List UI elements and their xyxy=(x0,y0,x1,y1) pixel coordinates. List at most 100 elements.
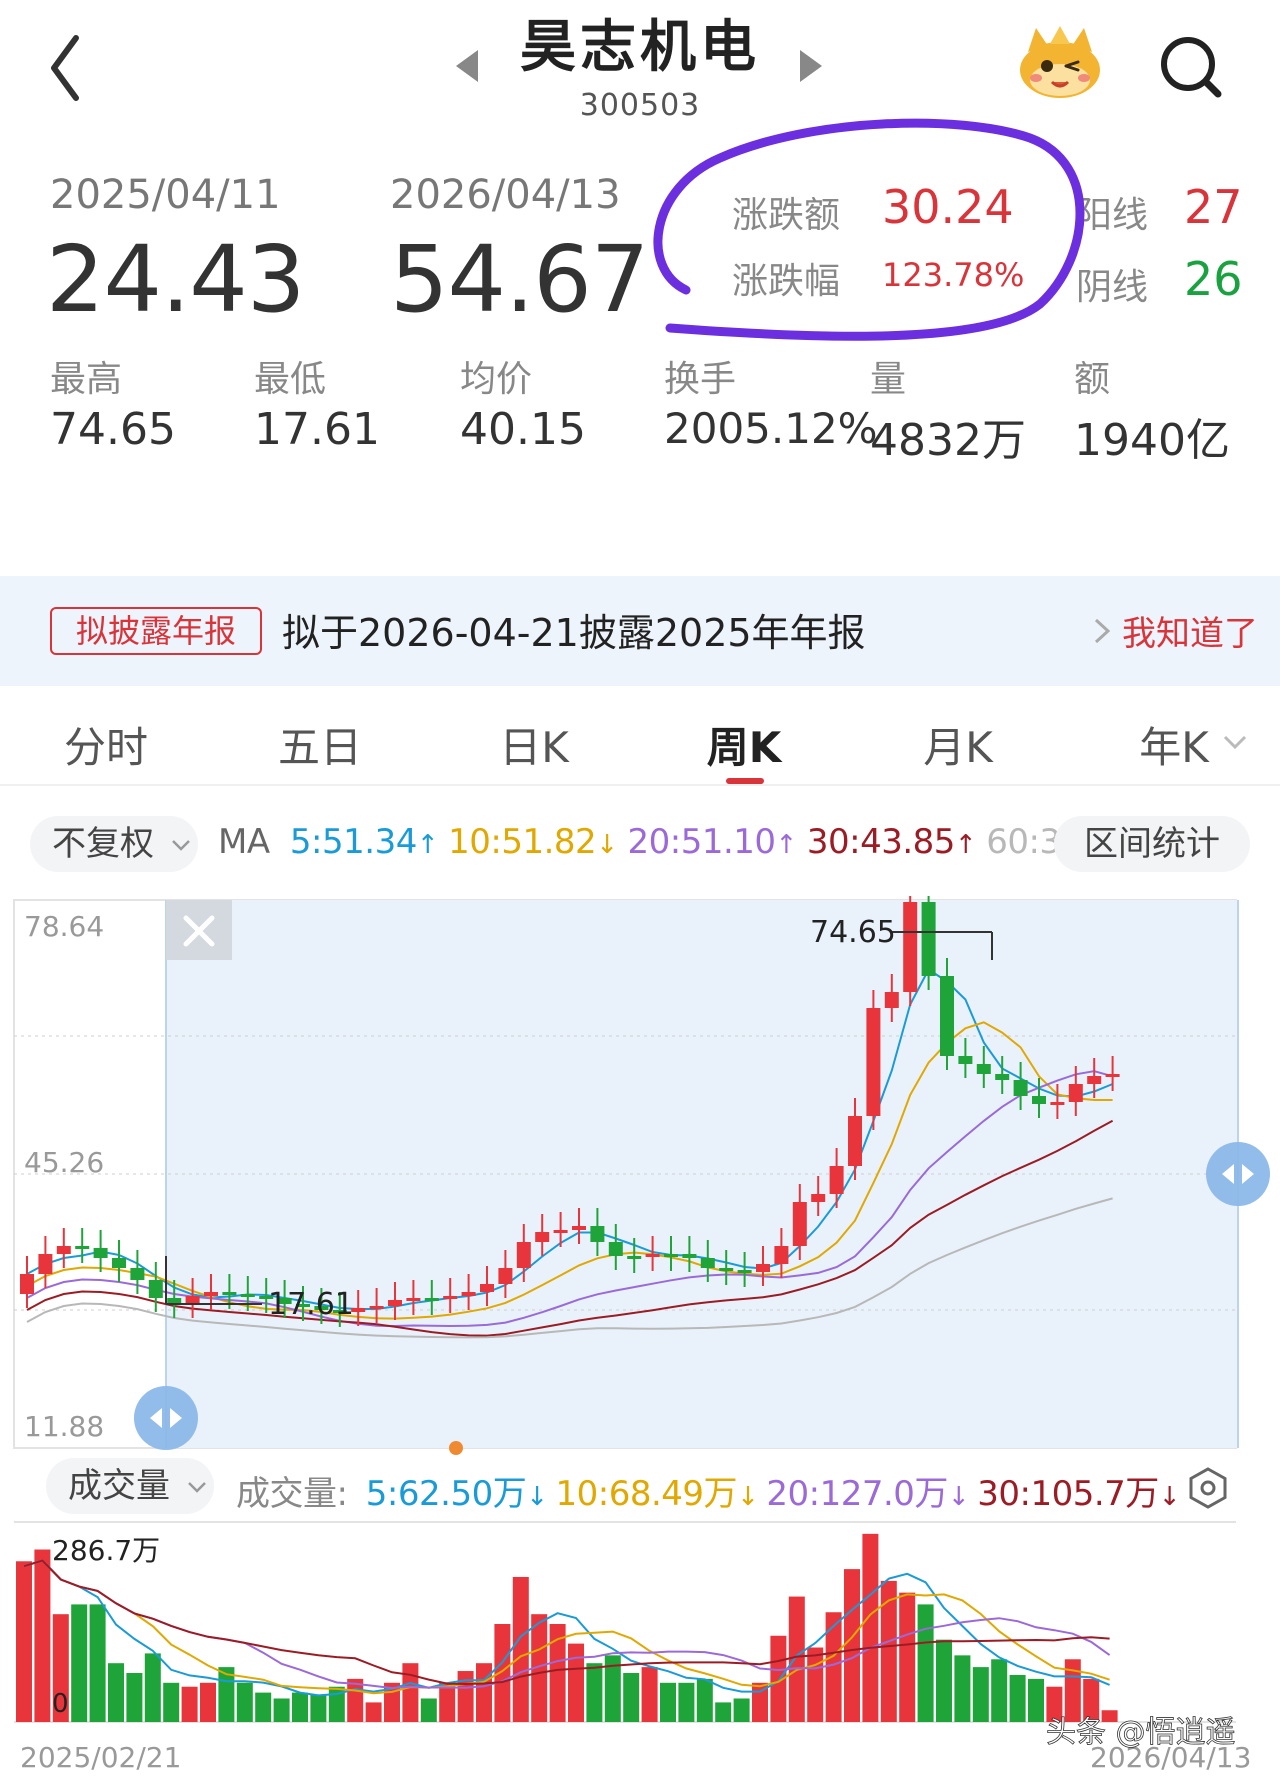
volume-bar xyxy=(825,1612,842,1722)
volume-ma-value: 10:68.49万 xyxy=(555,1474,738,1514)
range-stats-button[interactable]: 区间统计 xyxy=(1054,816,1250,872)
y-axis-mid-label: 45.26 xyxy=(24,1146,104,1179)
volume-zero-label: 0 xyxy=(52,1689,69,1719)
volume-bar xyxy=(862,1533,879,1722)
stat-label-amount: 额 xyxy=(1074,359,1111,400)
search-icon xyxy=(1161,37,1222,98)
volume-bar xyxy=(108,1663,124,1722)
left-range-handle[interactable] xyxy=(134,1386,198,1450)
period-tabs: 分时 五日 日K 周K 月K 年K xyxy=(0,700,1280,786)
y-axis-top-label: 78.64 xyxy=(24,910,104,943)
chevron-down-icon xyxy=(1222,734,1248,756)
ma-value-20: 20:51.10 xyxy=(627,822,776,862)
down-candles-count: 26 xyxy=(1184,252,1243,306)
next-stock-button[interactable] xyxy=(798,48,826,88)
close-selection-button[interactable] xyxy=(166,900,232,960)
volume-bar xyxy=(439,1682,456,1722)
ma-arrow-20: ↑ xyxy=(775,830,798,860)
candlestick xyxy=(866,990,881,1130)
volume-bar xyxy=(34,1549,51,1722)
volume-bar xyxy=(678,1682,695,1722)
tab-yearly-k[interactable]: 年K xyxy=(1124,714,1224,775)
volume-bar xyxy=(365,1702,382,1722)
tab-monthly-k[interactable]: 月K xyxy=(908,714,1008,775)
chevron-left-icon xyxy=(51,35,79,101)
volume-ma-arrow: ↓ xyxy=(526,1482,548,1512)
tab-five-day[interactable]: 五日 xyxy=(270,714,370,775)
start-date: 2025/04/11 xyxy=(50,172,281,218)
volume-bar xyxy=(402,1663,419,1722)
tab-intraday[interactable]: 分时 xyxy=(56,714,156,775)
volume-bar xyxy=(899,1592,916,1722)
volume-bar xyxy=(936,1639,952,1722)
ma-arrow-5: ↑ xyxy=(416,830,439,860)
volume-bar xyxy=(917,1604,934,1722)
ma-label: MA xyxy=(218,822,270,862)
stat-label-volume: 量 xyxy=(870,359,907,400)
low-price-label: 17.61 xyxy=(268,1287,354,1322)
end-date: 2026/04/13 xyxy=(390,172,621,218)
volume-bar xyxy=(89,1604,106,1722)
adjust-selector-label: 不复权 xyxy=(52,824,154,864)
chevron-down-icon xyxy=(187,1481,206,1493)
stat-label-avg: 均价 xyxy=(460,359,533,400)
tab-daily-k[interactable]: 日K xyxy=(484,714,584,775)
triangle-right-icon xyxy=(800,50,822,82)
stock-name: 昊志机电 xyxy=(520,15,760,80)
volume-max-label: 286.7万 xyxy=(52,1534,160,1567)
event-marker[interactable] xyxy=(449,1441,463,1455)
end-price: 54.67 xyxy=(390,226,649,333)
back-button[interactable] xyxy=(40,28,100,108)
ma-value-10: 10:51.82 xyxy=(448,822,597,862)
search-button[interactable] xyxy=(1150,28,1230,108)
volume-bar xyxy=(991,1659,1008,1722)
volume-bar xyxy=(972,1667,989,1722)
stat-value-low: 17.61 xyxy=(254,404,380,455)
dismiss-banner-button[interactable]: 我知道了 xyxy=(1122,606,1258,655)
report-notice-text: 拟于2026-04-21披露2025年年报 xyxy=(282,611,866,655)
volume-bar xyxy=(844,1569,860,1722)
high-price-label: 74.65 xyxy=(810,915,896,950)
ma-legend[interactable]: MA 5:51.34↑10:51.82↓20:51.10↑30:43.85↑60… xyxy=(218,822,1156,862)
stat-value-high: 74.65 xyxy=(50,404,176,455)
volume-bar xyxy=(71,1604,88,1722)
volume-bar xyxy=(16,1561,32,1722)
volume-bars xyxy=(16,1533,1118,1722)
tab-weekly-k[interactable]: 周K xyxy=(694,714,794,775)
volume-bar xyxy=(660,1682,676,1722)
volume-chart[interactable]: 286.7万 0 2025/02/21 2026/04/13 头条 @悟逍遥 xyxy=(0,1520,1280,1781)
volume-ma-value: 20:127.0万 xyxy=(766,1474,948,1514)
volume-bar xyxy=(200,1682,216,1722)
stat-value-volume: 4832万 xyxy=(870,415,1026,466)
volume-bar xyxy=(623,1673,640,1722)
volume-bar xyxy=(236,1682,253,1722)
volume-ma-arrow: ↓ xyxy=(947,1482,970,1512)
volume-settings-button[interactable] xyxy=(1186,1466,1230,1514)
volume-selector-label: 成交量 xyxy=(68,1466,170,1506)
mascot-button[interactable] xyxy=(1010,22,1110,102)
stat-label-high: 最高 xyxy=(50,359,123,400)
volume-indicator-selector[interactable]: 成交量 xyxy=(46,1458,214,1514)
volume-bar xyxy=(310,1694,327,1722)
volume-bar xyxy=(715,1702,732,1722)
ma-value-30: 30:43.85 xyxy=(806,822,956,862)
volume-ma-value: 30:105.7万 xyxy=(977,1474,1159,1514)
volume-bar xyxy=(954,1655,971,1722)
volume-bar xyxy=(292,1692,308,1722)
kline-chart[interactable]: 78.64 45.26 11.88 74.65 17.61 xyxy=(0,896,1280,1456)
right-range-handle[interactable] xyxy=(1206,1142,1270,1206)
stat-label-turnover: 换手 xyxy=(664,359,737,400)
ma-arrow-30: ↑ xyxy=(954,830,977,860)
volume-bar xyxy=(512,1576,529,1722)
ma-arrow-10: ↓ xyxy=(596,830,618,860)
volume-bar xyxy=(586,1663,603,1722)
stat-value-amount: 1940亿 xyxy=(1074,415,1230,466)
volume-ma-arrow: ↓ xyxy=(1158,1482,1181,1512)
y-axis-bottom-label: 11.88 xyxy=(24,1410,104,1443)
volume-bar xyxy=(696,1678,713,1722)
volume-ma-legend[interactable]: 成交量: 5:62.50万↓ 10:68.49万↓ 20:127.0万↓ 30:105… xyxy=(236,1466,1181,1515)
mascot-icon xyxy=(1020,26,1100,98)
volume-bar xyxy=(494,1624,511,1722)
stat-label-low: 最低 xyxy=(254,359,327,400)
adjust-selector[interactable]: 不复权 xyxy=(30,816,198,872)
